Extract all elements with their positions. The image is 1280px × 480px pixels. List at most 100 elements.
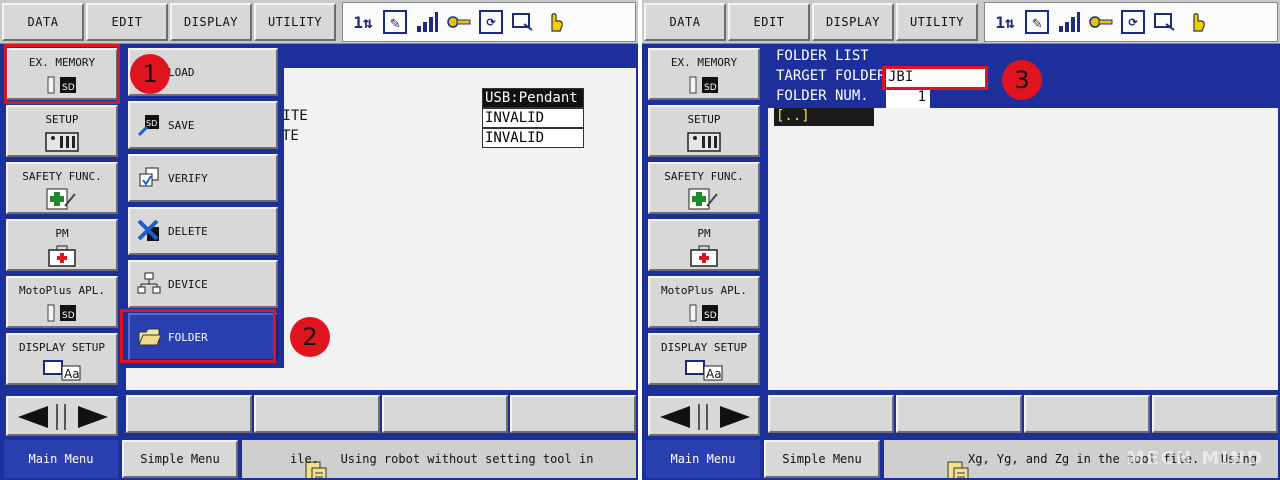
main-menu-button[interactable]: Main Menu [646, 440, 760, 478]
sidebar-item-setup[interactable]: SETUP [648, 105, 760, 157]
svg-text:SD: SD [146, 119, 157, 128]
submenu-item-label: DEVICE [168, 277, 208, 291]
key-security-icon [1089, 10, 1113, 34]
function-key-3[interactable] [1024, 395, 1150, 433]
status-icon-strip: 1⇅ ✎ ⟳ [342, 2, 636, 42]
left-pendant-screen: DATA EDIT DISPLAY UTILITY 1⇅ ✎ ⟳ EX. MEM… [0, 0, 638, 480]
monitor-icon [511, 10, 535, 34]
hand-pointer-icon [1185, 10, 1209, 34]
arrow-divider [698, 404, 708, 430]
write-label: TE [282, 128, 299, 144]
sidebar-item-display-setup[interactable]: DISPLAY SETUP Aa [648, 333, 760, 385]
sidebar-item-safety-func[interactable]: SAFETY FUNC. [648, 162, 760, 214]
arrow-divider [56, 404, 66, 430]
arrow-right-icon[interactable] [718, 404, 752, 434]
submenu-item-verify[interactable]: VERIFY [128, 154, 278, 202]
sd-card-icon: SD [8, 302, 116, 324]
menu-data-button[interactable]: DATA [644, 3, 726, 41]
step-badge-1: 1 [130, 54, 170, 94]
target-folder-label: TARGET FOLDER [776, 68, 886, 84]
menu-data-button[interactable]: DATA [2, 3, 84, 41]
arrow-right-icon[interactable] [76, 404, 110, 434]
first-aid-kit-icon [8, 245, 116, 267]
sidebar-item-label: MotoPlus APL. [660, 284, 748, 297]
speed-bars-icon [1057, 10, 1081, 34]
sidebar-item-label: DISPLAY SETUP [18, 341, 106, 354]
page-arrow-control [6, 396, 118, 436]
sidebar-item-ex-memory[interactable]: EX. MEMORY SD [648, 48, 760, 100]
sidebar-item-label: SAFETY FUNC. [664, 170, 744, 183]
save-sd-icon: SD [136, 112, 162, 138]
edit-mode-icon: ✎ [1025, 10, 1049, 34]
svg-text:Aa: Aa [64, 367, 80, 381]
right-pendant-screen: DATA EDIT DISPLAY UTILITY 1⇅ ✎ ⟳ EX. MEM… [642, 0, 1280, 480]
arrow-left-icon[interactable] [16, 404, 50, 434]
submenu-item-label: VERIFY [168, 171, 208, 185]
submenu-item-device[interactable]: DEVICE [128, 260, 278, 308]
arrow-left-icon[interactable] [658, 404, 692, 434]
menu-edit-button[interactable]: EDIT [86, 3, 168, 41]
submenu-item-label: LOAD [168, 65, 195, 79]
function-key-3[interactable] [382, 395, 508, 433]
function-key-2[interactable] [896, 395, 1022, 433]
first-aid-kit-icon [650, 245, 758, 267]
overwrite-value-field[interactable]: INVALID [482, 108, 584, 128]
function-key-1[interactable] [126, 395, 252, 433]
svg-text:Aa: Aa [706, 367, 722, 381]
sidebar-item-label: EX. MEMORY [670, 56, 738, 69]
function-key-bar [122, 392, 638, 436]
edit-mode-icon: ✎ [383, 10, 407, 34]
sidebar-item-label: SAFETY FUNC. [22, 170, 102, 183]
sidebar-item-pm[interactable]: PM [6, 219, 118, 271]
menu-display-button[interactable]: DISPLAY [170, 3, 252, 41]
sidebar-item-label: PM [55, 227, 69, 240]
svg-text:SD: SD [704, 83, 717, 93]
sidebar-item-pm[interactable]: PM [648, 219, 760, 271]
monitor-icon [1153, 10, 1177, 34]
simple-menu-button[interactable]: Simple Menu [122, 440, 238, 478]
svg-text:SD: SD [704, 311, 717, 321]
key-security-icon [447, 10, 471, 34]
menu-utility-button[interactable]: UTILITY [254, 3, 336, 41]
main-menu-button[interactable]: Main Menu [4, 440, 118, 478]
sd-card-icon: SD [650, 74, 758, 96]
submenu-item-label: SAVE [168, 118, 195, 132]
sidebar-item-motoplus-apl[interactable]: MotoPlus APL. SD [6, 276, 118, 328]
sidebar-item-motoplus-apl[interactable]: MotoPlus APL. SD [648, 276, 760, 328]
function-key-1[interactable] [768, 395, 894, 433]
folder-list-title: FOLDER LIST [776, 48, 869, 64]
device-value-field[interactable]: USB:Pendant [482, 88, 584, 108]
menu-edit-button[interactable]: EDIT [728, 3, 810, 41]
function-key-4[interactable] [510, 395, 636, 433]
menu-utility-button[interactable]: UTILITY [896, 3, 978, 41]
safety-cross-icon [8, 188, 116, 210]
write-value-field[interactable]: INVALID [482, 128, 584, 148]
sidebar-item-label: PM [697, 227, 711, 240]
submenu-item-save[interactable]: SD SAVE [128, 101, 278, 149]
folder-num-label: FOLDER NUM. [776, 88, 869, 104]
step-badge-2: 2 [290, 317, 330, 357]
function-key-2[interactable] [254, 395, 380, 433]
top-menu-bar: DATA EDIT DISPLAY UTILITY 1⇅ ✎ ⟳ [0, 0, 638, 44]
folder-num-value: 1 [886, 88, 930, 108]
submenu-item-delete[interactable]: DELETE [128, 207, 278, 255]
folder-entry-parent[interactable]: [..] [774, 108, 874, 126]
function-key-bar [764, 392, 1280, 436]
sidebar-item-setup[interactable]: SETUP [6, 105, 118, 157]
bottom-bar: Main Menu Simple Menu ile. Using robot w… [0, 436, 638, 480]
menu-display-button[interactable]: DISPLAY [812, 3, 894, 41]
watermark-logo: MECH MIND [1126, 448, 1264, 469]
sd-card-icon: SD [650, 302, 758, 324]
function-key-4[interactable] [1152, 395, 1278, 433]
device-tree-icon [136, 271, 162, 297]
setup-panel-icon [8, 131, 116, 153]
sidebar-item-safety-func[interactable]: SAFETY FUNC. [6, 162, 118, 214]
message-line[interactable]: ile. Using robot without setting tool in [242, 440, 636, 478]
delete-x-icon [136, 218, 162, 244]
simple-menu-button[interactable]: Simple Menu [764, 440, 880, 478]
sidebar-item-display-setup[interactable]: DISPLAY SETUP Aa [6, 333, 118, 385]
status-icon-strip: 1⇅ ✎ ⟳ [984, 2, 1278, 42]
highlight-ex-memory [4, 44, 120, 104]
safety-cross-icon [650, 188, 758, 210]
message-text: ile. Using robot without setting tool in [290, 452, 594, 466]
